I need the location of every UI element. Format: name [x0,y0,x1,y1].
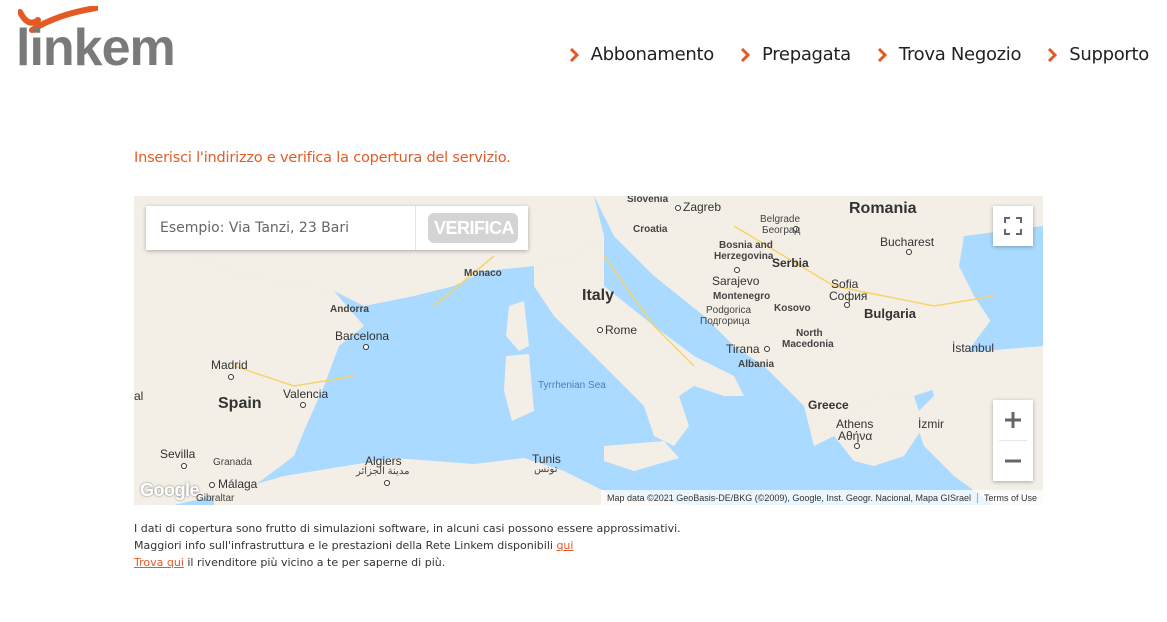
map-label-country: North [796,328,823,339]
verifica-button[interactable]: VERIFICA [428,213,518,243]
map-label-city: Sevilla [160,447,196,461]
map-label-city: İzmir [918,417,944,431]
zoom-controls [993,400,1033,481]
nav-label: Prepagata [761,44,851,65]
city-marker [300,402,306,408]
main-nav: Abbonamento Prepagata Trova Negozio Supp… [569,44,1149,65]
map-label-city: Αθήνα [838,429,873,443]
map-label-city: Granada [213,457,252,468]
google-logo: Google [140,480,200,500]
page-heading: Inserisci l'indirizzo e verifica la cope… [134,150,511,166]
notes-line-3: Trova qui il rivenditore più vicino a te… [134,554,681,571]
zoom-in-button[interactable] [993,400,1033,440]
map-label-city: İstanbul [952,341,995,355]
coverage-map[interactable]: Romania Italy Spain Greece Bulgaria Serb… [134,196,1043,505]
trova-qui-link[interactable]: Trova qui [134,556,184,569]
map-attribution: Map data ©2021 GeoBasis-DE/BKG (©2009), … [601,490,1043,505]
map-label-sea: Tyrrhenian Sea [538,380,606,391]
map-label-city: Podgorica [706,305,752,316]
notes-line-2: Maggiori info sull'infrastruttura e le p… [134,537,681,554]
map-label-country: Monaco [464,268,502,279]
map-label-country: Andorra [330,304,369,315]
city-marker [597,327,603,333]
nav-item-supporto[interactable]: Supporto [1047,44,1149,65]
map-label-country: Herzegovina [714,251,774,262]
chevron-right-icon [569,47,579,62]
map-label-country: Macedonia [782,339,834,350]
map-label-city: Београд [762,225,801,236]
map-label-city: تونس [534,464,558,475]
linkem-logo[interactable]: linkem [16,6,186,77]
map-label-city: Gibraltar [196,493,235,504]
city-marker [209,482,215,488]
map-label-country: Greece [808,398,849,412]
city-marker [384,480,390,486]
notes-line-3-text: il rivenditore più vicino a te per saper… [183,556,446,569]
map-label-city: Valencia [283,387,329,401]
map-label-city: Rome [605,323,638,337]
coverage-notes: I dati di copertura sono frutto di simul… [134,520,681,571]
map-label-city: Подгорица [700,316,750,327]
map-label-country: Slovenia [627,196,669,205]
address-search-input[interactable] [146,206,416,250]
map-label-country: Bosnia and [719,240,773,251]
notes-line-1: I dati di copertura sono frutto di simul… [134,522,681,535]
city-marker [854,443,860,449]
map-label-city: Bucharest [880,235,935,249]
map-label-country: Montenegro [713,291,771,302]
map-label-city: Málaga [218,477,258,491]
city-marker [675,205,681,211]
city-marker [764,346,770,352]
minus-icon [1005,459,1021,463]
map-label-city: Zagreb [683,200,722,214]
map-label-city: Madrid [211,358,248,372]
attribution-divider [976,492,978,503]
city-marker [906,249,912,255]
nav-item-prepagata[interactable]: Prepagata [740,44,851,65]
map-label-city: Barcelona [335,329,390,343]
map-label-country: Spain [218,395,262,412]
chevron-right-icon [1048,47,1058,62]
qui-link[interactable]: qui [556,539,573,552]
nav-label: Supporto [1069,44,1149,65]
map-label-country: Serbia [772,256,809,270]
chevron-right-icon [877,47,887,62]
nav-label: Abbonamento [590,44,715,65]
map-label-cut: al [134,389,144,403]
map-label-city: مدينة الجزائر [356,466,410,477]
city-marker [734,267,740,273]
map-label-country: Albania [738,359,775,370]
map-label-country: Croatia [633,224,668,235]
city-marker [181,463,187,469]
map-label-city: Tirana [726,342,760,356]
map-label-country: Kosovo [774,303,811,314]
chevron-right-icon [740,47,750,62]
map-label-city: София [829,289,868,303]
map-label-country: Bulgaria [864,306,917,321]
fullscreen-icon [1004,217,1022,235]
nav-item-abbonamento[interactable]: Abbonamento [569,44,714,65]
city-marker [363,344,369,350]
map-label-country: Italy [582,287,615,304]
zoom-out-button[interactable] [993,441,1033,481]
terms-of-use-link[interactable]: Terms of Use [984,493,1037,503]
notes-line-2-text: Maggiori info sull'infrastruttura e le p… [134,539,553,552]
nav-label: Trova Negozio [898,44,1022,65]
attribution-text: Map data ©2021 GeoBasis-DE/BKG (©2009), … [607,492,971,503]
city-marker [228,374,234,380]
map-label-city: Belgrade [760,214,801,225]
logo-wordmark: linkem [16,19,176,77]
fullscreen-button[interactable] [993,206,1033,246]
nav-item-trova-negozio[interactable]: Trova Negozio [877,44,1022,65]
map-label-country: Romania [849,200,917,217]
map-label-city: Sarajevo [712,274,760,288]
address-search-box: VERIFICA [146,206,528,250]
plus-icon [1005,412,1021,428]
